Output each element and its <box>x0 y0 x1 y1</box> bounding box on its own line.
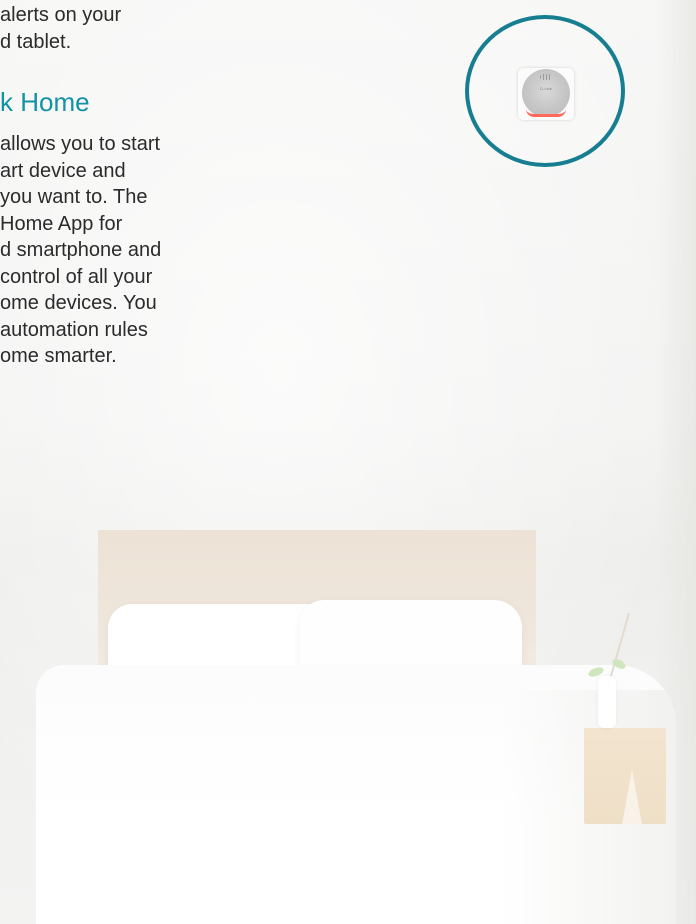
intro-paragraph: alerts on your d tablet. <box>0 2 121 55</box>
section-paragraph: allows you to start art device and you w… <box>0 131 161 370</box>
device-brand-logo: D-Link <box>540 86 552 91</box>
section-heading: k Home <box>0 87 90 117</box>
section-line: Home App for <box>0 212 123 235</box>
section-line: art device and <box>0 159 126 182</box>
section-line: allows you to start <box>0 133 161 155</box>
section-line: ome devices. You <box>0 292 157 314</box>
section-line: automation rules <box>0 318 148 341</box>
section-line: control of all your <box>0 265 153 288</box>
section-line: you want to. The <box>0 186 148 208</box>
intro-line: d tablet. <box>0 30 72 53</box>
speaker-grille-icon <box>540 74 552 80</box>
vase <box>598 676 616 728</box>
section-line: ome smarter. <box>0 345 117 367</box>
status-light-icon <box>526 109 566 117</box>
intro-line: alerts on your <box>0 4 122 26</box>
section-line: d smartphone and <box>0 239 162 261</box>
nightstand-notch <box>622 770 642 824</box>
